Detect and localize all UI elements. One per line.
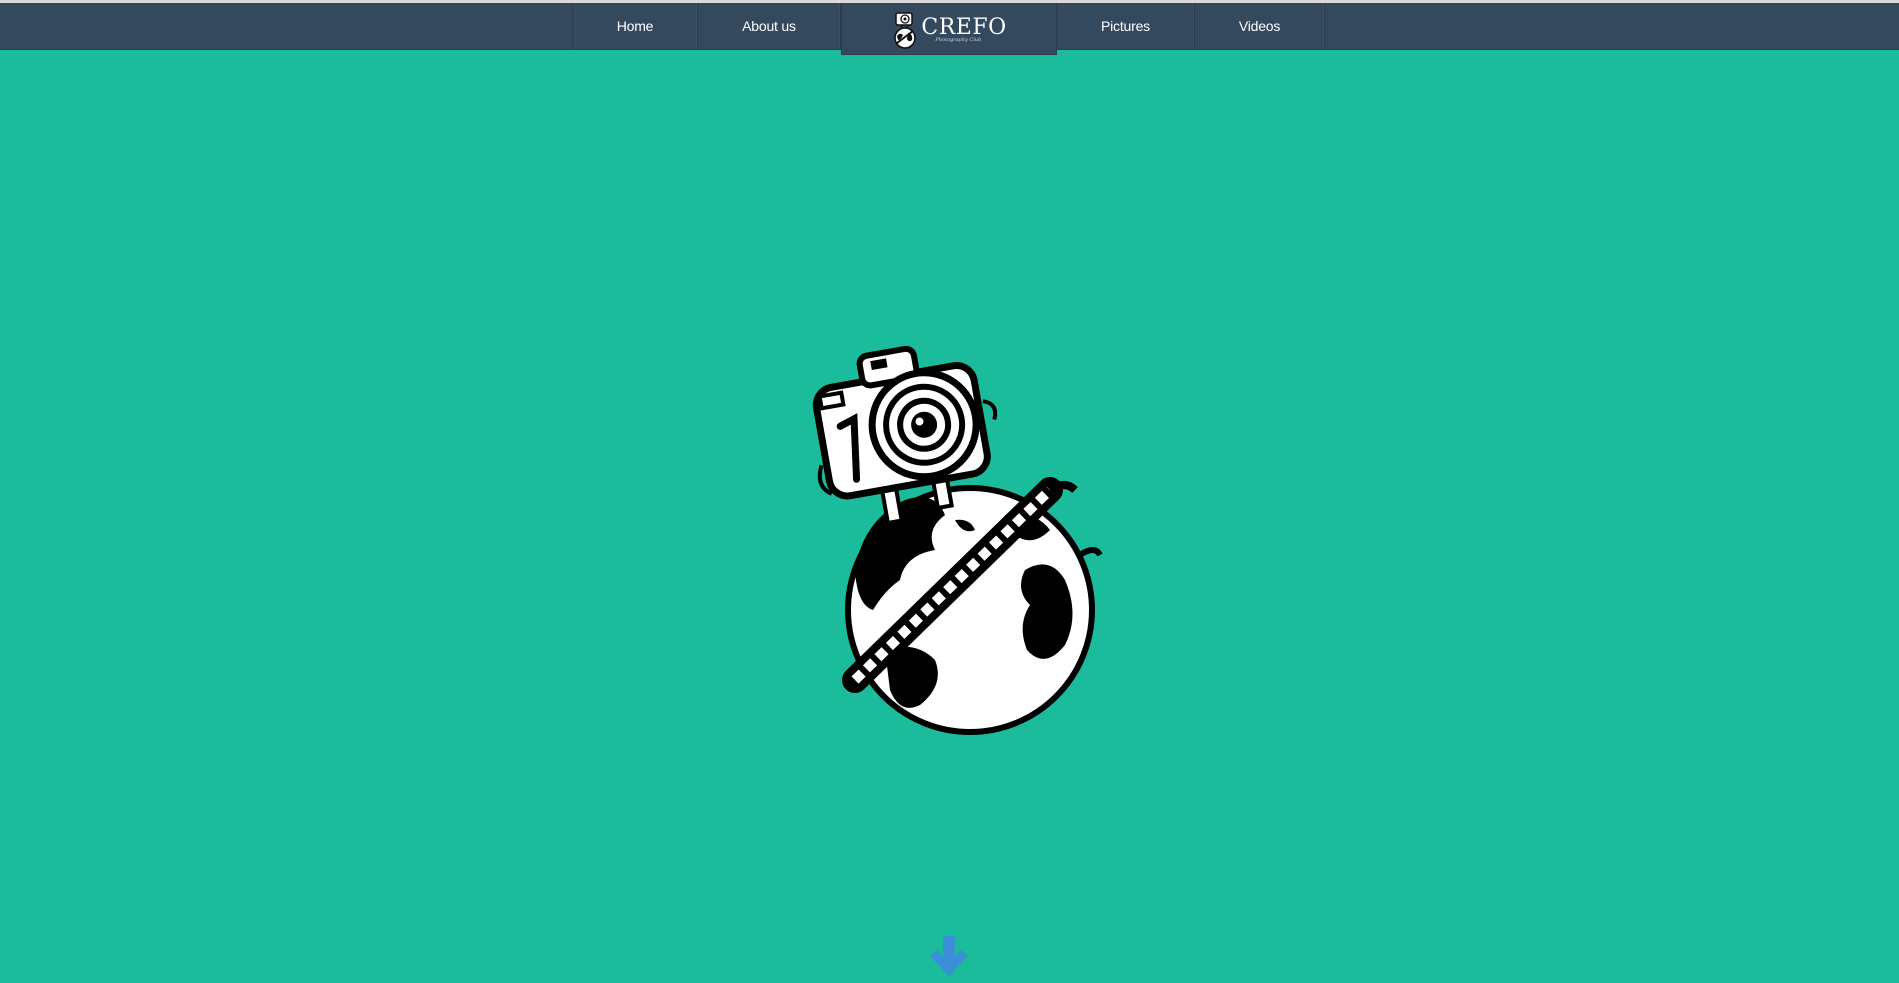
nav-home-label: Home — [616, 18, 654, 34]
arrow-down-icon[interactable] — [928, 936, 970, 980]
logo-link[interactable]: CREFO Photography Club — [841, 3, 1057, 55]
logo-subtitle: Photography Club — [935, 36, 982, 43]
camera-on-globe-logo — [812, 345, 1103, 735]
nav-videos-label: Videos — [1238, 18, 1281, 34]
camera-icon — [812, 345, 998, 500]
camera-globe-logo-icon — [894, 11, 917, 49]
main-nav: Home About us CREFO Photography Club Pic… — [572, 3, 1325, 55]
nav-pictures[interactable]: Pictures — [1057, 3, 1195, 49]
nav-pictures-label: Pictures — [1101, 18, 1150, 34]
nav-about-label: About us — [742, 18, 796, 34]
nav-about-us[interactable]: About us — [698, 3, 841, 49]
logo: CREFO Photography Club — [891, 10, 1006, 50]
logo-wordmark: CREFO Photography Club — [921, 14, 1007, 43]
nav-home[interactable]: Home — [573, 3, 698, 49]
navbar: Home About us CREFO Photography Club Pic… — [0, 3, 1899, 55]
nav-videos[interactable]: Videos — [1195, 3, 1325, 49]
logo-name: CREFO — [921, 14, 1007, 40]
